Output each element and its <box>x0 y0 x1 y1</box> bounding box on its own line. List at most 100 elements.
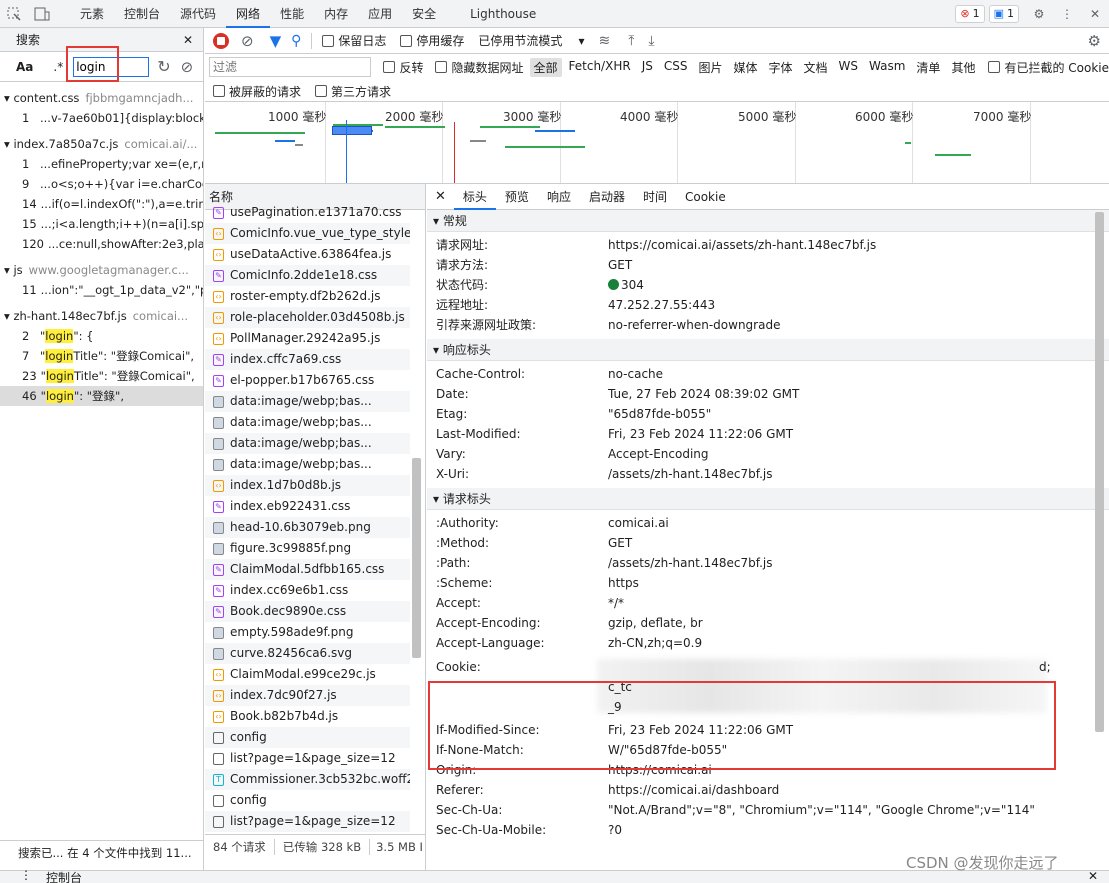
close-drawer-icon[interactable]: ✕ <box>1088 869 1098 883</box>
header-value[interactable]: no-cache <box>608 364 663 384</box>
details-tab[interactable]: 响应 <box>538 184 580 210</box>
details-tab[interactable]: 时间 <box>634 184 676 210</box>
search-result-line[interactable]: 23 "loginTitle": "登錄Comicai", <box>0 366 203 386</box>
header-value[interactable]: "65d87fde-b055" <box>608 404 711 424</box>
search-result-file[interactable]: ▾ content.css fjbbmgamncjadh... <box>0 88 203 108</box>
regex-button[interactable]: .* <box>53 60 63 74</box>
request-row[interactable]: list?page=1&page_size=12 <box>205 811 410 832</box>
match-case-button[interactable]: Aa <box>16 60 33 74</box>
search-result-file[interactable]: ▾ js www.googletagmanager.c... <box>0 260 203 280</box>
inspect-element-icon[interactable] <box>0 0 28 28</box>
request-row[interactable]: ✎ ComicInfo.2dde1e18.css <box>205 265 410 286</box>
request-row[interactable]: ✎ index.cc69e6b1.css <box>205 580 410 601</box>
close-devtools-icon[interactable]: ✕ <box>1081 0 1109 28</box>
request-row[interactable]: empty.598ade9f.png <box>205 622 410 643</box>
close-search-icon[interactable]: ✕ <box>183 33 193 47</box>
network-settings-gear-icon[interactable]: ⚙ <box>1088 32 1101 50</box>
search-result-line[interactable]: 7 "loginTitle": "登錄Comicai", <box>0 346 203 366</box>
close-details-icon[interactable]: ✕ <box>427 189 454 204</box>
request-row[interactable]: ‹› index.7dc90f27.js <box>205 685 410 706</box>
settings-gear-icon[interactable]: ⚙ <box>1025 0 1053 28</box>
search-icon[interactable]: ⚲ <box>291 33 301 49</box>
header-value[interactable]: Fri, 23 Feb 2024 11:22:06 GMT <box>608 424 793 444</box>
header-value[interactable]: /assets/zh-hant.148ec7bf.js <box>608 553 773 573</box>
devtools-tab[interactable]: 应用 <box>358 0 402 28</box>
filter-input[interactable] <box>209 57 372 77</box>
disable-cache-checkbox[interactable]: 停用缓存 <box>400 32 464 49</box>
search-result-file[interactable]: ▾ zh-hant.148ec7bf.js comicai... <box>0 306 203 326</box>
request-row[interactable]: data:image/webp;bas... <box>205 412 410 433</box>
list-scrollbar[interactable] <box>412 458 421 658</box>
preserve-log-checkbox[interactable]: 保留日志 <box>322 32 386 49</box>
record-stop-icon[interactable] <box>213 32 229 49</box>
devtools-tab[interactable]: 性能 <box>270 0 314 28</box>
refresh-search-icon[interactable]: ↻ <box>157 57 170 76</box>
header-value[interactable]: GET <box>608 533 632 553</box>
request-row[interactable]: head-10.6b3079eb.png <box>205 517 410 538</box>
search-result-line[interactable]: 14 ...if(o=l.indexOf(":"),a=e.trim... <box>0 194 203 214</box>
devtools-tab[interactable]: 网络 <box>226 0 271 28</box>
request-row[interactable]: list?page=1&page_size=12 <box>205 748 410 769</box>
search-result-line[interactable]: 9 ...o<s;o++){var i=e.charCode... <box>0 174 203 194</box>
request-row[interactable]: ‹› ComicInfo.vue_vue_type_style_i... <box>205 223 410 244</box>
type-filter[interactable]: JS <box>638 58 657 77</box>
drawer-tab-console[interactable]: 控制台 <box>46 869 82 883</box>
section-header[interactable]: ▾ 常规 <box>427 210 1109 232</box>
invert-checkbox[interactable]: 反转 <box>383 59 423 76</box>
type-filter[interactable]: 文档 <box>800 58 832 77</box>
details-tab[interactable]: 预览 <box>496 184 538 210</box>
drawer-menu-icon[interactable]: ⋮ <box>20 868 32 882</box>
header-value[interactable]: "Not.A/Brand";v="8", "Chromium";v="114",… <box>608 800 1035 820</box>
type-filter[interactable]: CSS <box>660 58 692 77</box>
type-filter[interactable]: 其他 <box>947 58 979 77</box>
header-value[interactable]: no-referrer-when-downgrade <box>608 315 780 335</box>
section-header[interactable]: ▾ 请求标头 <box>427 488 1109 510</box>
type-filter[interactable]: Wasm <box>865 58 909 77</box>
message-count-badge[interactable]: ▣ 1 <box>988 4 1019 23</box>
request-row[interactable]: data:image/webp;bas... <box>205 454 410 475</box>
request-row[interactable]: ✎ Book.dec9890e.css <box>205 601 410 622</box>
error-count-badge[interactable]: ⊗ 1 <box>955 4 985 23</box>
request-row[interactable]: figure.3c99885f.png <box>205 538 410 559</box>
header-value[interactable]: Accept-Encoding <box>608 444 709 464</box>
devtools-tab[interactable]: 安全 <box>402 0 446 28</box>
import-har-icon[interactable]: ⤒ <box>628 33 634 49</box>
request-row[interactable]: ‹› role-placeholder.03d4508b.js <box>205 307 410 328</box>
search-result-line[interactable]: 11 ...ion":"__ogt_1p_data_v2","p... <box>0 280 203 300</box>
request-row[interactable]: data:image/webp;bas... <box>205 391 410 412</box>
request-row[interactable]: ‹› index.1d7b0d8b.js <box>205 475 410 496</box>
request-row[interactable]: config <box>205 790 410 811</box>
search-result-file[interactable]: ▾ index.7a850a7c.js comicai.ai/... <box>0 134 203 154</box>
type-filter[interactable]: 清单 <box>912 58 944 77</box>
hide-data-urls-checkbox[interactable]: 隐藏数据网址 <box>435 59 524 76</box>
throttle-select[interactable]: 已停用节流模式 ▾ <box>478 32 584 49</box>
devtools-tab[interactable]: 元素 <box>70 0 114 28</box>
request-row[interactable]: curve.82456ca6.svg <box>205 643 410 664</box>
details-tab[interactable]: 启动器 <box>580 184 634 210</box>
header-value[interactable]: 47.252.27.55:443 <box>608 295 715 315</box>
details-scrollbar[interactable] <box>1095 212 1104 732</box>
header-value[interactable]: https://comicai.ai/dashboard <box>608 780 779 800</box>
header-value[interactable]: zh-CN,zh;q=0.9 <box>608 633 702 653</box>
header-value[interactable]: https://comicai.ai/assets/zh-hant.148ec7… <box>608 235 876 255</box>
devtools-tab[interactable]: 内存 <box>314 0 358 28</box>
request-row[interactable]: ✎ ClaimModal.5dfbb165.css <box>205 559 410 580</box>
header-value[interactable]: 304 <box>608 275 644 295</box>
request-row[interactable]: ✎ el-popper.b17b6765.css <box>205 370 410 391</box>
clear-search-icon[interactable]: ⊘ <box>181 58 194 76</box>
type-filter[interactable]: 全部 <box>529 57 562 77</box>
filter-funnel-icon[interactable]: ▼ <box>270 32 282 50</box>
header-value[interactable]: comicai.ai <box>608 513 669 533</box>
network-conditions-icon[interactable]: ≋ <box>598 33 610 49</box>
search-result-line[interactable]: 46 "login": "登錄", <box>0 386 203 406</box>
device-toolbar-icon[interactable] <box>28 0 56 28</box>
search-result-line[interactable]: 1 ...efineProperty;var xe=(e,r,n)... <box>0 154 203 174</box>
header-value[interactable]: GET <box>608 255 632 275</box>
search-result-line[interactable]: 1 ...v-7ae60b01]{display:block;... <box>0 108 203 128</box>
details-tab[interactable]: 标头 <box>453 184 496 210</box>
clear-log-icon[interactable]: ⊘ <box>241 32 254 50</box>
third-party-checkbox[interactable]: 第三方请求 <box>315 83 391 100</box>
request-row[interactable]: config <box>205 727 410 748</box>
search-result-line[interactable]: 120 ...ce:null,showAfter:2e3,pla... <box>0 234 203 254</box>
header-value[interactable]: /assets/zh-hant.148ec7bf.js <box>608 464 773 484</box>
